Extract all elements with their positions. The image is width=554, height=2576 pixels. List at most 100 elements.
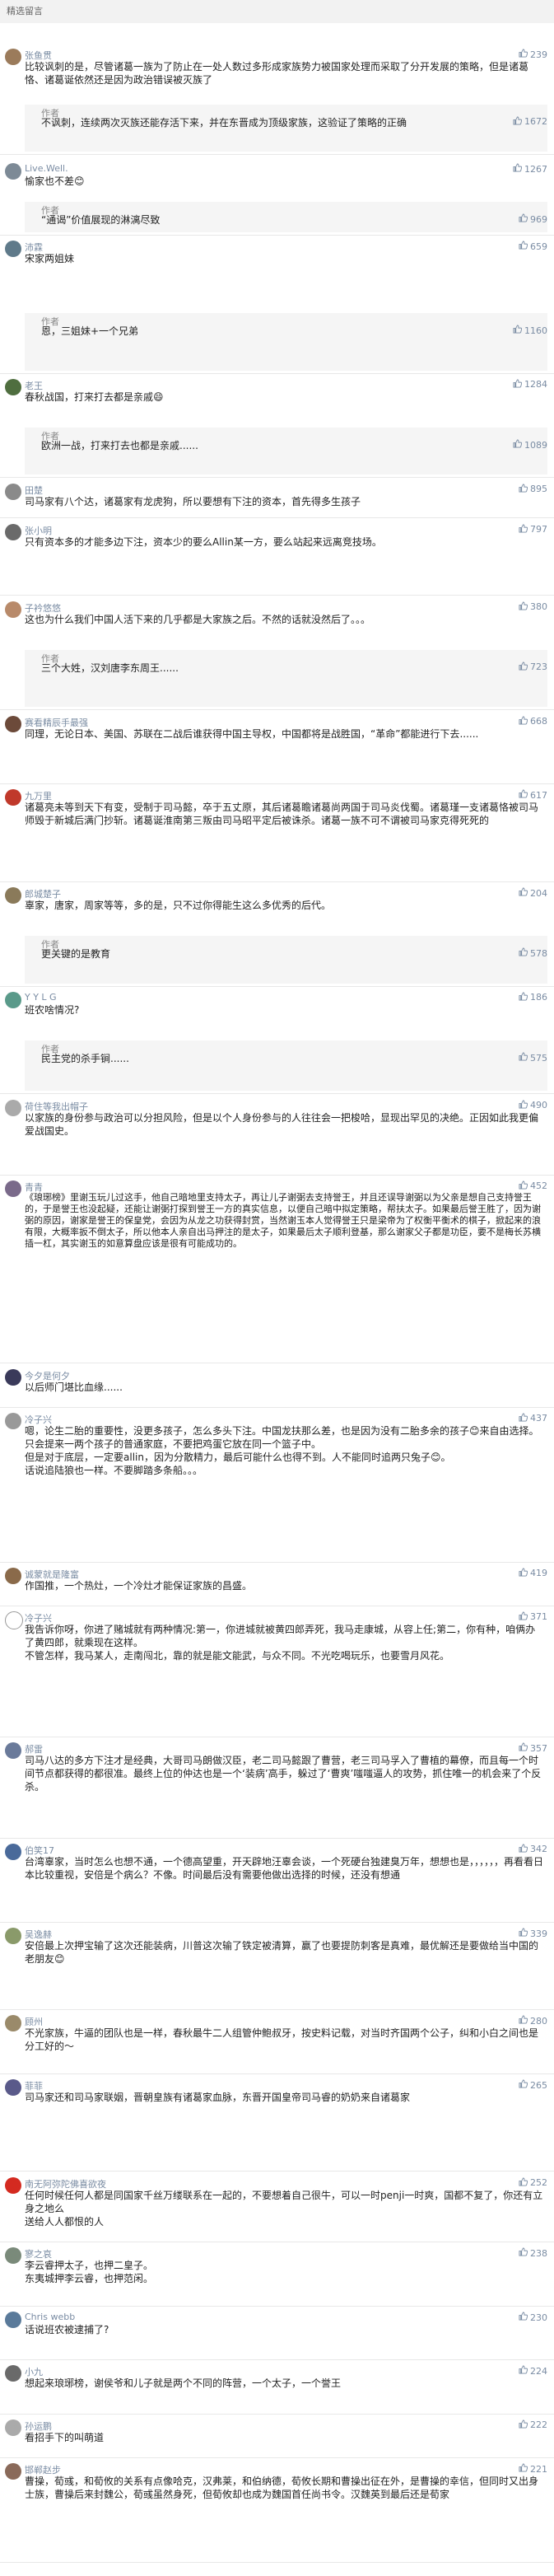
author-reply: 作者 三个大姓，汉刘唐李东周王...... 723	[25, 649, 547, 708]
comment-divider	[0, 1922, 554, 1923]
avatar[interactable]	[5, 49, 21, 66]
like-button[interactable]: 659	[519, 241, 547, 252]
thumbs-up-icon	[519, 1611, 528, 1623]
comment-author[interactable]: Chris webb	[25, 2312, 75, 2322]
comment-divider	[0, 2009, 554, 2011]
avatar[interactable]	[5, 2419, 21, 2436]
avatar[interactable]	[5, 2365, 21, 2382]
avatar[interactable]	[5, 1180, 21, 1197]
like-button[interactable]: 222	[519, 2419, 547, 2431]
thumbs-up-icon	[519, 1413, 528, 1424]
like-button[interactable]: 238	[519, 2247, 547, 2259]
comment-text: 班农啥情况?	[25, 1003, 80, 1016]
like-button[interactable]: 252	[519, 2177, 547, 2189]
thumbs-up-icon	[519, 947, 528, 959]
author-reply: 作者 欧洲一战，打来打去也都是亲戚...... 1089	[25, 428, 547, 475]
thumbs-up-icon	[519, 2247, 528, 2259]
reply-like-button[interactable]: 1089	[513, 439, 547, 451]
thumbs-up-icon	[519, 483, 528, 495]
avatar[interactable]	[5, 523, 21, 540]
comment-item: 冷子兴 437 嗯，论生二胎的重要性，没更多孩子，怎么多头下注。中国龙扶那么差，也是…	[0, 1411, 554, 1563]
avatar[interactable]	[5, 163, 21, 180]
like-button[interactable]: 668	[519, 716, 547, 727]
avatar[interactable]	[5, 2463, 21, 2480]
author-reply: 作者 恩，三姐妹+一个兄弟 1160	[25, 313, 547, 371]
like-button[interactable]: 1267	[513, 163, 547, 175]
like-button[interactable]: 224	[519, 2365, 547, 2377]
like-count: 230	[530, 2312, 547, 2323]
like-button[interactable]: 371	[519, 1611, 547, 1623]
like-button[interactable]: 617	[519, 789, 547, 801]
like-count: 617	[530, 789, 547, 801]
reply-like-button[interactable]: 578	[519, 947, 547, 959]
avatar[interactable]	[5, 887, 21, 905]
thumbs-up-icon	[519, 601, 528, 613]
thumbs-up-icon	[513, 116, 522, 128]
like-button[interactable]: 239	[519, 49, 547, 60]
like-button[interactable]: 1284	[513, 379, 547, 390]
avatar[interactable]	[5, 2247, 21, 2265]
comment-author[interactable]: Live.Well.	[25, 163, 68, 174]
like-button[interactable]: 437	[519, 1413, 547, 1424]
like-count: 221	[530, 2463, 547, 2475]
avatar[interactable]	[5, 2176, 21, 2194]
like-button[interactable]: 230	[519, 2312, 547, 2323]
like-button[interactable]: 204	[519, 887, 547, 899]
avatar[interactable]	[5, 601, 21, 618]
like-button[interactable]: 419	[519, 1568, 547, 1579]
avatar[interactable]	[5, 1368, 21, 1386]
avatar[interactable]	[5, 715, 21, 732]
comment-author[interactable]: Y Y L G	[25, 992, 57, 1003]
thumbs-up-icon	[519, 1568, 528, 1579]
avatar[interactable]	[5, 2015, 21, 2032]
like-button[interactable]: 280	[519, 2015, 547, 2027]
avatar[interactable]	[5, 1928, 21, 1945]
avatar[interactable]	[5, 378, 21, 395]
avatar[interactable]	[5, 789, 21, 806]
avatar[interactable]	[5, 241, 21, 258]
avatar[interactable]	[5, 1412, 21, 1429]
like-button[interactable]: 342	[519, 1844, 547, 1855]
reply-like-button[interactable]: 1672	[513, 116, 547, 128]
thumbs-up-icon	[519, 662, 528, 673]
reply-like-button[interactable]: 575	[519, 1052, 547, 1064]
like-button[interactable]: 895	[519, 483, 547, 495]
reply-like-button[interactable]: 969	[519, 213, 547, 225]
like-count: 357	[530, 1742, 547, 1754]
avatar[interactable]	[5, 991, 21, 1008]
like-count: 437	[530, 1413, 547, 1424]
like-button[interactable]: 380	[519, 601, 547, 613]
comment-text: 安倍最上次押宝输了这次还能装病，川普这次输了铁定被清算，赢了也要提防刺客是真难，…	[25, 1940, 539, 1966]
avatar[interactable]	[5, 1742, 21, 1760]
comment-text: 以后师门堪比血缘......	[25, 1381, 123, 1393]
like-button[interactable]: 186	[519, 992, 547, 1003]
like-count: 252	[530, 2177, 547, 2189]
like-count: 797	[530, 524, 547, 535]
like-button[interactable]: 490	[519, 1100, 547, 1111]
comment-text: 司马家还和司马家联姻，晋朝皇族有诸葛家血脉，东晋开国皇帝司马睿的奶奶来自诸葛家	[25, 2092, 411, 2104]
reply-like-button[interactable]: 723	[519, 662, 547, 673]
avatar[interactable]	[5, 1099, 21, 1116]
like-button[interactable]: 339	[519, 1928, 547, 1939]
like-button[interactable]: 452	[519, 1180, 547, 1192]
author-reply: 作者 民主党的杀手锏...... 575	[25, 1040, 547, 1092]
avatar[interactable]	[5, 2312, 21, 2329]
author-reply: 作者 不讽刺，连续两次灭族还能存活下来，并在东晋成为顶级家族，这验证了策略的正确 1…	[25, 104, 547, 152]
avatar[interactable]	[5, 1611, 23, 1629]
like-count: 222	[530, 2419, 547, 2431]
comment-text: 嗯，论生二胎的重要性，没更多孩子，怎么多头下注。中国龙扶那么差，也是因为没有二胎…	[25, 1424, 539, 1476]
like-button[interactable]: 797	[519, 524, 547, 535]
like-button[interactable]: 357	[519, 1742, 547, 1754]
thumbs-up-icon	[519, 2463, 528, 2475]
avatar[interactable]	[5, 2079, 21, 2097]
avatar[interactable]	[5, 1567, 21, 1584]
avatar[interactable]	[5, 483, 21, 500]
like-button[interactable]: 265	[519, 2079, 547, 2091]
like-button[interactable]: 221	[519, 2463, 547, 2475]
comment-text: 司马八达的多方下注才是经典，大哥司马朗做汉臣，老二司马懿跟了曹营，老三司马孚入了…	[25, 1755, 542, 1793]
avatar[interactable]	[5, 1843, 21, 1860]
comment-text: 《琅琊榜》里谢玉玩儿过这手，他自己暗地里支持太子，再让儿子谢弼去支持誉王，并且还…	[25, 1191, 541, 1249]
like-count: 419	[530, 1568, 547, 1579]
reply-like-button[interactable]: 1160	[513, 325, 547, 336]
thumbs-up-icon	[519, 213, 528, 225]
